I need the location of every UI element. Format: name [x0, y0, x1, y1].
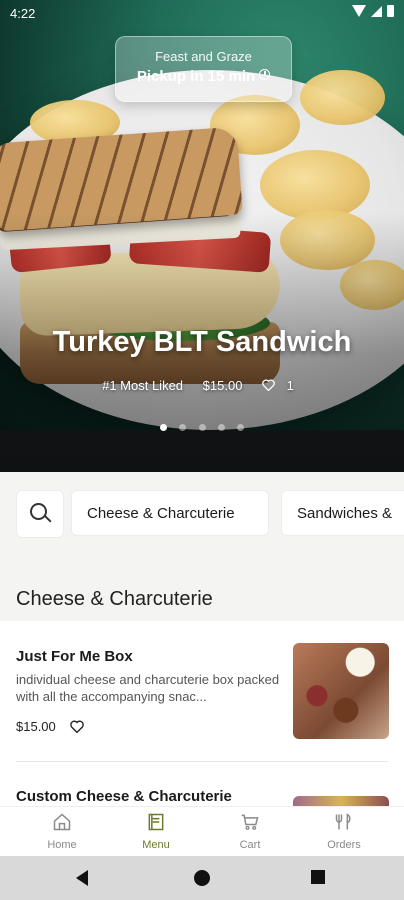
menu-list[interactable]: Just For Me Box individual cheese and ch…	[0, 621, 404, 806]
category-chip-cheese[interactable]: Cheese & Charcuterie	[71, 490, 269, 536]
nav-home-label: Home	[47, 839, 77, 851]
featured-badge: #1 Most Liked	[102, 378, 184, 393]
heart-icon[interactable]	[69, 720, 84, 733]
clock-icon	[259, 69, 271, 80]
search-button[interactable]	[16, 490, 64, 538]
carousel-dot[interactable]	[217, 424, 225, 431]
venue-name: Feast and Graze	[155, 49, 252, 64]
featured-price: $15.00	[202, 378, 243, 393]
orders-icon	[335, 813, 351, 830]
nav-orders-label: Orders	[327, 839, 361, 851]
nav-cart[interactable]: Cart	[202, 807, 298, 857]
recents-icon[interactable]	[311, 870, 325, 884]
status-time: 4:22	[10, 6, 36, 21]
menu-icon	[148, 813, 164, 831]
nav-menu[interactable]: Menu	[108, 807, 204, 857]
carousel-dot[interactable]	[179, 424, 187, 431]
home-button-icon[interactable]	[194, 870, 210, 886]
category-chip-label: Sandwiches &	[297, 504, 393, 522]
battery-icon	[387, 5, 394, 17]
menu-item-description: individual cheese and charcuterie box pa…	[16, 672, 280, 704]
carousel-dot[interactable]	[198, 424, 206, 431]
category-chip-label: Cheese & Charcuterie	[87, 504, 235, 522]
carousel-dots[interactable]	[0, 418, 404, 436]
status-bar: 4:22	[0, 0, 404, 26]
hero-banner[interactable]: Feast and Graze Pickup in 15 min Turkey …	[0, 0, 404, 472]
featured-item-meta: #1 Most Liked $15.00 1	[0, 378, 404, 393]
menu-item-price: $15.00	[16, 719, 56, 734]
bottom-navigation[interactable]: Home Menu Cart Orders	[0, 806, 404, 857]
menu-item-image[interactable]	[293, 643, 389, 739]
home-icon	[53, 813, 71, 831]
featured-item-title: Turkey BLT Sandwich	[52, 326, 352, 358]
divider	[16, 761, 388, 762]
cart-icon	[241, 814, 259, 830]
pickup-info-button[interactable]: Feast and Graze Pickup in 15 min	[115, 36, 292, 102]
system-navigation-bar[interactable]	[0, 856, 404, 900]
category-bar[interactable]: Cheese & Charcuterie Sandwiches &	[0, 490, 404, 538]
menu-item-image[interactable]	[293, 796, 389, 806]
carousel-dot[interactable]	[159, 424, 167, 431]
featured-likes[interactable]: 1	[262, 378, 302, 393]
nav-orders[interactable]: Orders	[296, 807, 392, 857]
nav-home[interactable]: Home	[14, 807, 110, 857]
back-icon[interactable]	[76, 870, 88, 886]
signal-icon	[371, 5, 382, 17]
likes-count: 1	[286, 378, 294, 393]
category-chip-sandwiches[interactable]: Sandwiches &	[281, 490, 404, 536]
nav-cart-label: Cart	[239, 839, 261, 851]
heart-icon	[262, 379, 275, 391]
section-title: Cheese & Charcuterie	[16, 588, 213, 610]
nav-menu-label: Menu	[142, 839, 170, 851]
pickup-time: Pickup in 15 min	[136, 68, 256, 85]
wifi-icon	[352, 5, 366, 17]
carousel-dot[interactable]	[237, 424, 245, 431]
